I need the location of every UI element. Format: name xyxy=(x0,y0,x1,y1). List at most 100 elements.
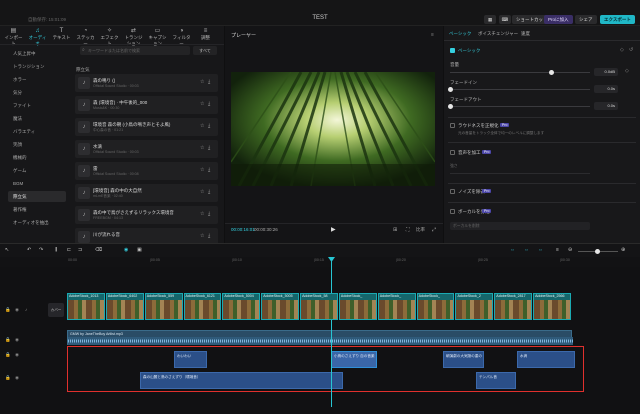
menu-icon[interactable]: ≡ xyxy=(431,32,434,38)
lock-icon[interactable]: 🔒 xyxy=(5,307,11,313)
eye-icon[interactable]: ◉ xyxy=(15,375,19,381)
list-item[interactable]: ♪ 森 (環境音) · 中午後的_000 Music&K · 00:30 ☆ ⤓ xyxy=(75,96,218,114)
auto-reframe-icon[interactable]: ◉ xyxy=(124,247,128,253)
zoom-knob[interactable] xyxy=(595,249,600,254)
volume-value[interactable]: 0.0dB xyxy=(594,68,618,76)
lock-icon[interactable]: 🔒 xyxy=(5,352,11,358)
category-item[interactable]: 機械的 xyxy=(8,152,66,163)
category-item[interactable]: BGM xyxy=(8,178,66,189)
download-icon[interactable]: ⤓ xyxy=(208,101,210,107)
list-item[interactable]: ♪ 雷 Official Sound Studio · 00:08 ☆ ⤓ xyxy=(75,162,218,180)
star-icon[interactable]: ☆ xyxy=(200,145,204,151)
fadein-slider[interactable] xyxy=(450,89,590,90)
star-icon[interactable]: ☆ xyxy=(200,79,204,85)
fullscreen-select-icon[interactable]: ⊞ xyxy=(393,227,397,233)
category-item[interactable]: トランジション xyxy=(8,61,66,72)
video-clip[interactable]: AdobeStock_2566 xyxy=(533,293,571,320)
enhance-slider[interactable] xyxy=(450,173,590,174)
reset-icon[interactable]: ↺ xyxy=(629,47,633,53)
fadeout-knob[interactable] xyxy=(448,104,453,109)
zoom-out-icon[interactable]: ⊖ xyxy=(568,247,572,253)
fadeout-slider[interactable] xyxy=(450,106,590,107)
tab-basic[interactable]: ベーシック xyxy=(449,31,471,37)
vocal-select[interactable]: ボーカルを削除 xyxy=(450,222,590,230)
video-clip[interactable]: AdobeStock_58 xyxy=(300,293,338,320)
download-icon[interactable]: ⤓ xyxy=(208,123,210,129)
eye-icon[interactable]: ◉ xyxy=(15,307,19,313)
category-item[interactable]: 際立気 xyxy=(8,191,66,202)
search-input[interactable]: キーワードまたは名前で検索 xyxy=(80,46,190,55)
fadein-value[interactable]: 0.0s xyxy=(594,85,618,93)
redo-icon[interactable]: ↷ xyxy=(39,247,43,253)
video-clip[interactable]: AdobeStock_2817 xyxy=(494,293,533,320)
list-item[interactable]: ♪ 森の中で鳥がさえずるリラックス環境音 FREEBGM · 04:13 ☆ ⤓ xyxy=(75,206,218,224)
category-item[interactable]: 人気上昇中 xyxy=(8,48,66,59)
download-icon[interactable]: ⤓ xyxy=(208,211,210,217)
vocal-checkbox[interactable] xyxy=(450,209,455,214)
share-button[interactable]: シェア xyxy=(575,15,597,24)
link-icon[interactable]: ⇔ xyxy=(524,247,529,253)
star-icon[interactable]: ☆ xyxy=(200,123,204,129)
lock-icon[interactable]: 🔒 xyxy=(5,337,11,343)
crop-icon[interactable]: ⛶ xyxy=(406,227,410,233)
tab-speed[interactable]: 速度 xyxy=(521,31,530,37)
tab-8[interactable]: ≡ 調整 xyxy=(195,28,216,41)
category-item[interactable]: 著作権 xyxy=(8,204,66,215)
lock-icon[interactable]: 🔒 xyxy=(5,375,11,381)
bgm-audio-clip[interactable]: GMW by JaneTheBoy Artlist.mp3 xyxy=(67,330,573,345)
layout-icon[interactable]: ▦ xyxy=(484,15,496,24)
star-icon[interactable]: ☆ xyxy=(200,189,204,195)
video-clip[interactable]: AdobeStock_1013 xyxy=(67,293,105,320)
normalize-checkbox[interactable] xyxy=(450,123,455,128)
category-item[interactable]: 気分 xyxy=(8,87,66,98)
video-clip[interactable]: AdobeStock_5004 xyxy=(222,293,261,320)
star-icon[interactable]: ☆ xyxy=(200,167,204,173)
category-item[interactable]: ファイト xyxy=(8,100,66,111)
category-item[interactable]: 魔法 xyxy=(8,113,66,124)
delete-icon[interactable]: ⌫ xyxy=(95,247,102,253)
star-icon[interactable]: ☆ xyxy=(200,101,204,107)
audio-icon[interactable]: ♪ xyxy=(25,307,27,312)
star-icon[interactable]: ☆ xyxy=(200,211,204,217)
video-clip[interactable]: AdobeStock_5005 xyxy=(261,293,300,320)
category-item[interactable]: オーディオを抽出 xyxy=(8,217,66,228)
list-item[interactable]: ♪ 水滴 Official Sound Studio · 00:03 ☆ ⤓ xyxy=(75,140,218,158)
download-icon[interactable]: ⤓ xyxy=(208,233,210,239)
video-clip[interactable]: AdobeStock_ xyxy=(338,293,377,320)
tab-2[interactable]: T テキスト xyxy=(51,28,72,41)
expand-icon[interactable]: ⤢ xyxy=(432,227,436,233)
playhead[interactable] xyxy=(331,257,332,407)
list-item[interactable]: ♪ 環境音 森の朝 (小鳥の鳴き声とそよ風) 中心森の音 · 01:21 ☆ ⤓ xyxy=(75,118,218,136)
filter-button[interactable]: すべて xyxy=(193,46,217,55)
fadeout-value[interactable]: 0.0s xyxy=(594,102,618,110)
download-icon[interactable]: ⤓ xyxy=(208,189,210,195)
volume-knob[interactable] xyxy=(549,70,554,75)
star-icon[interactable]: ☆ xyxy=(200,233,204,239)
basic-checkbox[interactable] xyxy=(450,48,455,53)
timeline-ruler[interactable]: 00:00 |00:05 |00:10 |00:15 |00:20 |00:25 |00:3… xyxy=(0,257,640,267)
video-clip[interactable]: AdobeStock_ xyxy=(377,293,416,320)
pro-button[interactable]: Proに加入 xyxy=(544,15,573,24)
zoom-in-icon[interactable]: ⊕ xyxy=(621,247,625,253)
video-clip[interactable]: AdobeStock_ xyxy=(416,293,455,320)
export-button[interactable]: エクスポート xyxy=(600,15,635,24)
download-icon[interactable]: ⤓ xyxy=(208,167,210,173)
noise-checkbox[interactable] xyxy=(450,189,455,194)
video-clip[interactable]: AdobeStock_6121 xyxy=(183,293,222,320)
select-tool-icon[interactable]: ↖ xyxy=(5,247,9,253)
tab-voice-changer[interactable]: ボイスチェンジャー xyxy=(478,31,518,37)
eye-icon[interactable]: ◉ xyxy=(15,352,19,358)
undo-icon[interactable]: ↶ xyxy=(27,247,31,253)
volume-slider[interactable] xyxy=(450,72,590,73)
category-item[interactable]: 笑顔 xyxy=(8,139,66,150)
category-item[interactable]: ゲーム xyxy=(8,165,66,176)
video-clip[interactable]: AdobeStock_2 xyxy=(455,293,494,320)
split-right-icon[interactable]: ⊐ xyxy=(78,247,82,253)
split-icon[interactable]: ⫼ xyxy=(55,247,57,253)
split-left-icon[interactable]: ⊏ xyxy=(67,247,71,253)
list-item[interactable]: ♪ [環境音] 森の中の大自然 mLmE音楽 · 02:40 ☆ ⤓ xyxy=(75,184,218,202)
video-clip[interactable]: AdobeStock_6402 xyxy=(105,293,144,320)
volume-keyframe-icon[interactable]: ◇ xyxy=(625,68,629,74)
ratio-button[interactable]: 比率 xyxy=(416,227,425,233)
fadein-knob[interactable] xyxy=(448,87,453,92)
